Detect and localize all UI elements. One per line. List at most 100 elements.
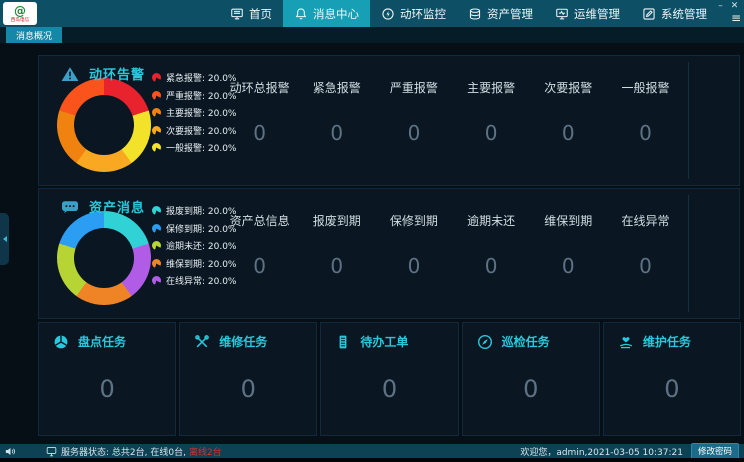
nav-item-message-center[interactable]: 消息中心 [283, 0, 370, 27]
legend-marker-icon [152, 73, 161, 82]
task-value: 0 [39, 375, 175, 403]
stat-value: 0 [221, 121, 298, 145]
stat-label: 维保到期 [530, 212, 607, 229]
nav-item-home[interactable]: 首页 [219, 0, 283, 27]
collapse-arrow-icon [3, 236, 7, 242]
task-row: 盘点任务 0 维修任务 0 待办工单 0 [38, 322, 741, 436]
stat-value: 0 [453, 121, 530, 145]
status-bar: 服务器状态: 总共2台, 在线0台, 离线2台 欢迎您，admin,2021-0… [0, 444, 744, 458]
server-status-text: 服务器状态: 总共2台, 在线0台, [61, 445, 186, 458]
hamburger-menu-icon[interactable]: ≡ [731, 12, 741, 24]
legend-marker-icon [152, 259, 161, 268]
task-header: 巡检任务 [477, 333, 550, 350]
chat-bubble-icon [61, 199, 79, 215]
stat-value: 0 [607, 254, 684, 278]
panel-divider [688, 62, 689, 179]
inventory-icon [53, 334, 69, 350]
logo-brand-text: 西岛电信 [11, 17, 29, 23]
top-bar: @ 西岛电信 首页 消息中心 动环监控 资产管理 [0, 0, 744, 27]
stat-value: 0 [298, 121, 375, 145]
logo-glyph-icon: @ [14, 5, 26, 17]
main-content: 动环告警 紧急报警: 20.0%严重报警: 20.0%主要报警: 20.0%次要… [0, 43, 744, 444]
asset-icon [468, 7, 482, 21]
nav-label: 动环监控 [400, 6, 446, 22]
bell-icon [294, 7, 308, 21]
stat-label: 一般报警 [607, 79, 684, 96]
donut-hole [74, 95, 134, 155]
nav-item-asset-management[interactable]: 资产管理 [457, 0, 544, 27]
task-header: 盘点任务 [53, 333, 126, 350]
legend-marker-icon [152, 91, 161, 100]
stat-label: 紧急报警 [298, 79, 375, 96]
stat-value: 0 [298, 254, 375, 278]
stat-label: 在线异常 [607, 212, 684, 229]
donut-hole [74, 228, 134, 288]
app-logo: @ 西岛电信 [3, 2, 37, 25]
stat-value: 0 [453, 254, 530, 278]
alarm-donut-chart [57, 78, 151, 172]
asset-panel: 资产消息 报废到期: 20.0%保修到期: 20.0%逾期未还: 20.0%维保… [38, 188, 740, 319]
task-label: 巡检任务 [502, 333, 550, 350]
task-value: 0 [180, 375, 316, 403]
stat-value: 0 [221, 254, 298, 278]
stat-value: 0 [375, 121, 452, 145]
server-offline-count: 离线2台 [189, 445, 222, 458]
power-monitor-icon [381, 7, 395, 21]
repair-task-panel: 维修任务 0 [179, 322, 317, 436]
system-icon [642, 7, 656, 21]
stat-major-alarms: 主要报警 0 [453, 56, 530, 185]
task-header: 维护任务 [618, 333, 691, 350]
stat-general-alarms: 一般报警 0 [607, 56, 684, 185]
stat-value: 0 [530, 121, 607, 145]
stat-scrap-due: 报废到期 0 [298, 189, 375, 318]
task-label: 维护任务 [643, 333, 691, 350]
warning-icon [61, 66, 79, 82]
stat-label: 主要报警 [453, 79, 530, 96]
stat-label: 保修到期 [375, 212, 452, 229]
legend-marker-icon [152, 241, 161, 250]
stat-label: 报废到期 [298, 212, 375, 229]
welcome-text: 欢迎您，admin,2021-03-05 10:37:21 [520, 445, 683, 458]
legend-marker-icon [152, 143, 161, 152]
change-password-button[interactable]: 修改密码 [691, 443, 739, 459]
stat-overdue-return: 逾期未还 0 [453, 189, 530, 318]
stat-minor-alarms: 次要报警 0 [530, 56, 607, 185]
legend-marker-icon [152, 224, 161, 233]
stat-total-asset-info: 资产总信息 0 [221, 189, 298, 318]
alarm-panel-header: 动环告警 [61, 64, 145, 83]
stat-severe-alarms: 严重报警 0 [375, 56, 452, 185]
stat-label: 动环总报警 [221, 79, 298, 96]
asset-donut-chart [57, 211, 151, 305]
nav-item-system-management[interactable]: 系统管理 [631, 0, 718, 27]
maintenance-icon [618, 334, 634, 350]
alarm-panel-title: 动环告警 [89, 64, 145, 83]
task-value: 0 [321, 375, 457, 403]
close-button[interactable]: ✕ [728, 1, 741, 11]
speaker-icon[interactable] [5, 446, 16, 457]
task-header: 维修任务 [194, 333, 267, 350]
inventory-task-panel: 盘点任务 0 [38, 322, 176, 436]
nav-label: 消息中心 [313, 6, 359, 22]
alarm-stats: 动环总报警 0 紧急报警 0 严重报警 0 主要报警 0 次要报警 0 一般报警… [221, 56, 684, 185]
main-nav: 首页 消息中心 动环监控 资产管理 运维管理 [219, 0, 718, 27]
nav-label: 首页 [249, 6, 272, 22]
tab-message-overview[interactable]: 消息概况 [6, 27, 62, 43]
inspection-icon [477, 334, 493, 350]
sidebar-collapse-handle[interactable] [0, 213, 9, 265]
alarm-panel: 动环告警 紧急报警: 20.0%严重报警: 20.0%主要报警: 20.0%次要… [38, 55, 740, 186]
legend-marker-icon [152, 206, 161, 215]
task-label: 维修任务 [219, 333, 267, 350]
legend-marker-icon [152, 108, 161, 117]
stat-value: 0 [375, 254, 452, 278]
nav-label: 运维管理 [574, 6, 620, 22]
task-header: 待办工单 [335, 333, 408, 350]
server-monitor-icon [46, 446, 57, 457]
legend-marker-icon [152, 126, 161, 135]
stat-maintenance-due: 维保到期 0 [530, 189, 607, 318]
nav-item-power-env-monitor[interactable]: 动环监控 [370, 0, 457, 27]
minimize-button[interactable]: – [714, 1, 727, 11]
legend-marker-icon [152, 276, 161, 285]
asset-panel-header: 资产消息 [61, 197, 145, 216]
nav-item-ops-management[interactable]: 运维管理 [544, 0, 631, 27]
home-icon [230, 7, 244, 21]
